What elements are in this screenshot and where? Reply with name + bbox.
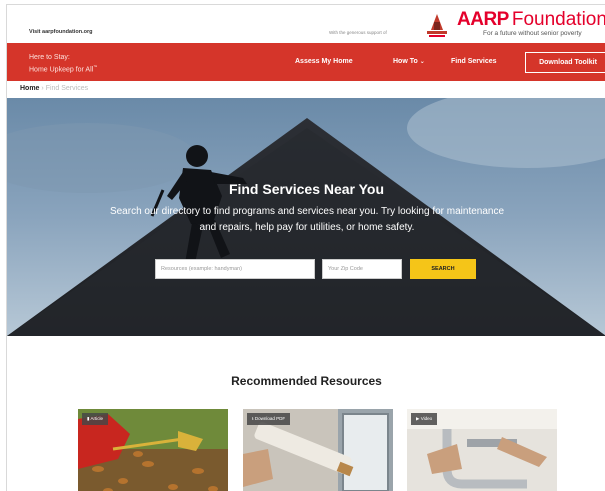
- resources-search-input[interactable]: Resources (example: handyman): [155, 259, 315, 279]
- foundation-tagline: For a future without senior poverty: [483, 30, 582, 37]
- download-toolkit-button[interactable]: Download Toolkit: [525, 52, 605, 73]
- recommended-title: Recommended Resources: [231, 374, 382, 388]
- breadcrumb-home[interactable]: Home: [20, 85, 39, 92]
- aarp-wordmark: AARP: [457, 9, 509, 30]
- support-text: With the generous support of: [329, 30, 387, 35]
- foundation-wordmark: Foundation: [511, 9, 605, 30]
- search-button[interactable]: SEARCH: [410, 259, 476, 279]
- program-name-line2: Home Upkeep for All™: [29, 64, 98, 74]
- nav-how-to[interactable]: How To ⌄: [393, 58, 425, 65]
- visit-foundation-link[interactable]: Visit aarpfoundation.org: [29, 29, 92, 35]
- program-name-line1: Here to Stay:: [29, 54, 70, 61]
- resource-card-video[interactable]: ▶ Video: [407, 409, 557, 491]
- card-badge: ▮ Article: [82, 413, 109, 425]
- document-icon: ▮: [87, 416, 90, 421]
- hero-title: Find Services Near You: [228, 181, 385, 197]
- nav-find-services[interactable]: Find Services: [451, 58, 497, 65]
- breadcrumb-current: Find Services: [45, 85, 89, 92]
- top-bar: Visit aarpfoundation.org With the genero…: [7, 5, 605, 43]
- card-badge: ▶ Video: [411, 413, 438, 425]
- page-frame: Visit aarpfoundation.org With the genero…: [6, 4, 605, 491]
- main-nav: Here to Stay: Home Upkeep for All™ Asses…: [7, 43, 605, 81]
- aarp-foundation-logo[interactable]: AARP Foundation: [457, 9, 605, 31]
- breadcrumb: Home › Find Services: [20, 85, 88, 92]
- download-icon: ⭳: [252, 416, 254, 421]
- card-badge: ⭳ Download PDF: [247, 413, 291, 425]
- chevron-down-icon: ⌄: [419, 59, 425, 65]
- nav-assess-my-home[interactable]: Assess My Home: [295, 58, 353, 65]
- hero-banner: Find Services Near You Search our direct…: [7, 98, 605, 336]
- program-name[interactable]: Here to Stay: Home Upkeep for All™: [29, 53, 97, 74]
- partner-logo-icon: [427, 14, 447, 37]
- hero-subtitle: Search our directory to find programs an…: [109, 206, 505, 233]
- resource-card-article[interactable]: ▮ Article: [78, 409, 228, 491]
- resource-card-download[interactable]: ⭳ Download PDF: [243, 409, 393, 491]
- video-icon: ▶: [416, 416, 420, 421]
- zip-code-input[interactable]: Your Zip Code: [322, 259, 402, 279]
